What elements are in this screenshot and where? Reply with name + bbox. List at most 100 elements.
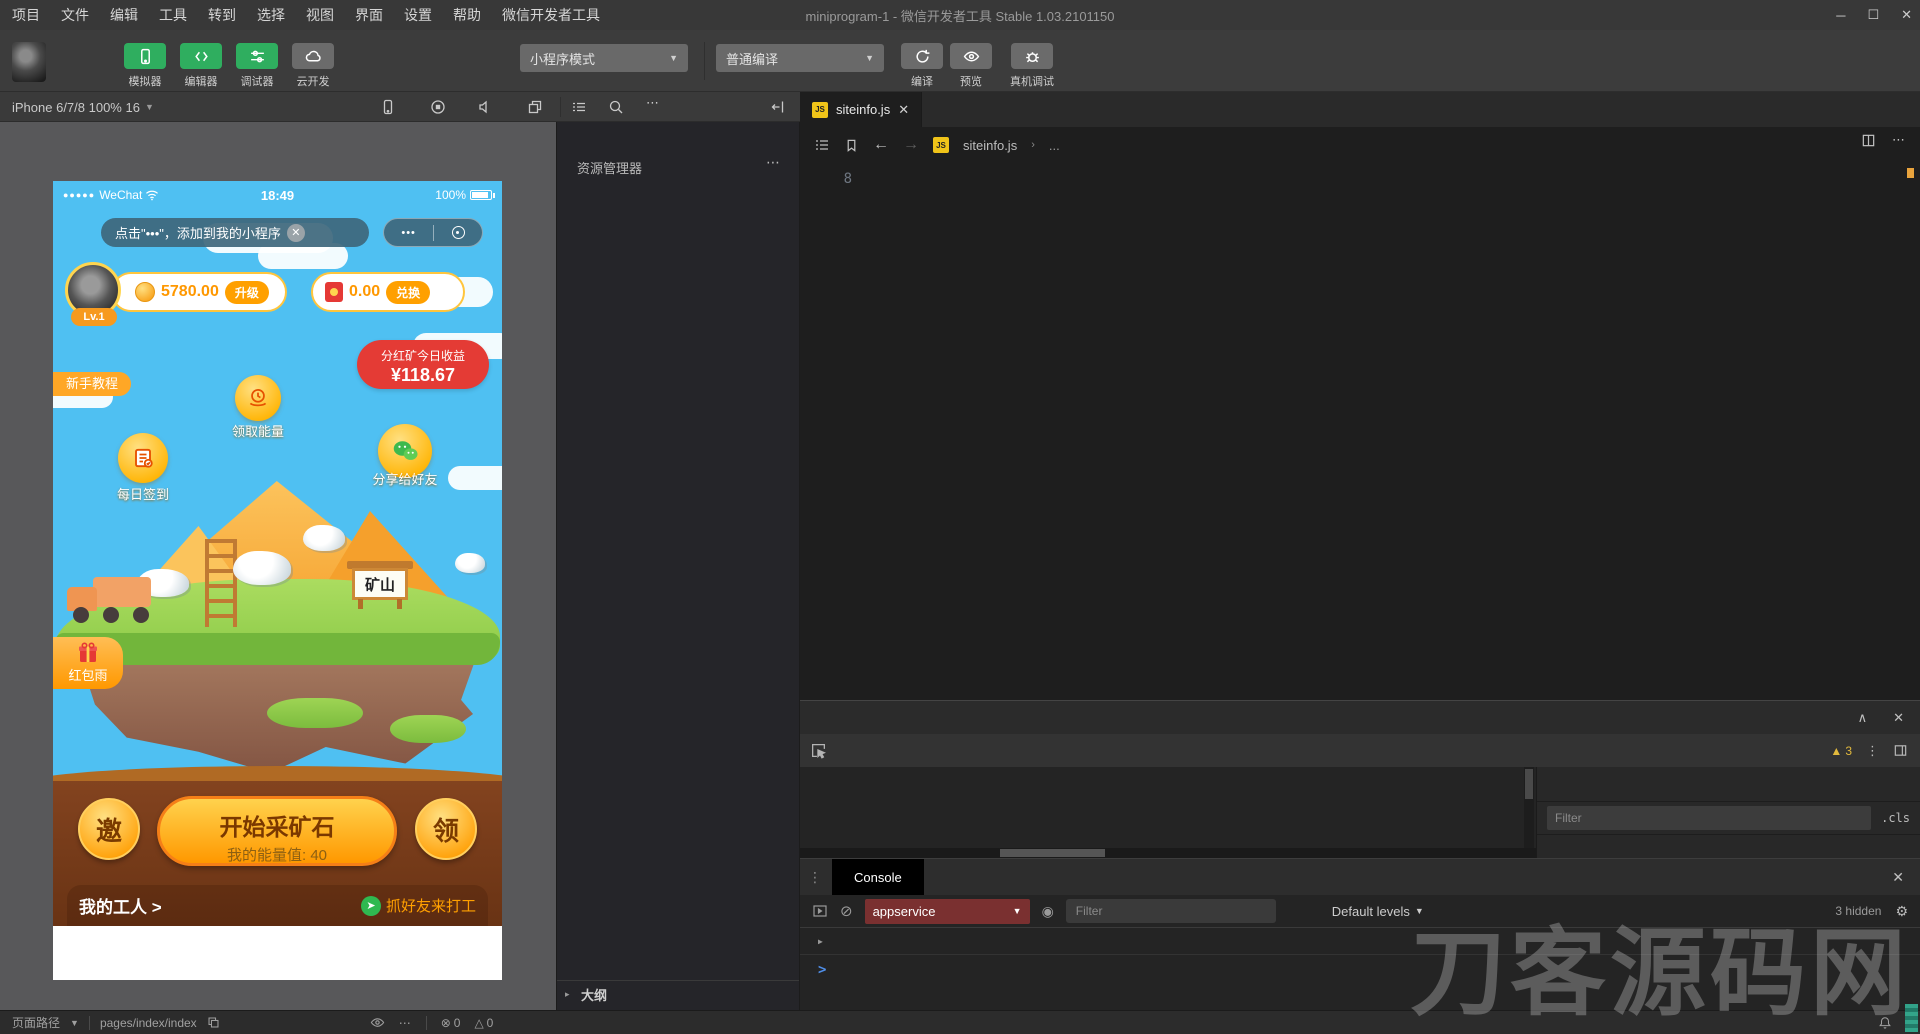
coins-pill[interactable]: 5780.00 升级 [111,272,287,312]
menu-item[interactable]: 转到 [208,5,236,25]
menu-item[interactable]: 设置 [404,5,432,25]
menu-item[interactable]: 项目 [12,5,40,25]
wechat-icon [390,436,420,466]
compile-select[interactable]: 普通编译▼ [716,44,884,72]
mode-button-编辑器[interactable]: 编辑器 [177,43,225,89]
bookmark-icon[interactable] [844,138,859,153]
collapse-panel-icon[interactable] [770,99,786,115]
dividend-revenue-badge[interactable]: 分红矿今日收益 ¥118.67 [357,340,489,389]
action-button-预览[interactable]: 预览 [944,43,998,89]
tab-console[interactable]: Console [832,859,924,895]
more-icon[interactable]: ⋯ [399,1016,412,1030]
menu-item[interactable]: 视图 [306,5,334,25]
menu-item[interactable]: 帮助 [453,5,481,25]
eye-watch-icon[interactable]: ◉ [1042,903,1054,920]
gear-icon[interactable]: ⚙ [1895,903,1908,920]
mode-button-云开发[interactable]: 云开发 [289,43,337,89]
exchange-button[interactable]: 兑换 [386,281,430,304]
action-button-编译[interactable]: 编译 [895,43,949,89]
signin-button[interactable] [118,433,168,483]
user-avatar[interactable] [12,42,46,82]
menu-item[interactable]: 编辑 [110,5,138,25]
console-close-icon[interactable]: ✕ [1892,869,1920,886]
screenshot-icon[interactable] [527,99,543,115]
invite-friends-cta[interactable]: ➤ 抓好友来打工 [361,895,476,916]
action-button-真机调试[interactable]: 真机调试 [1005,43,1059,89]
more-actions-icon[interactable]: ⋯ [1892,132,1906,148]
wxml-vertical-scrollbar[interactable] [1524,767,1534,858]
console-log-row[interactable]: ▶ [800,928,1920,955]
error-icon: ⊗ [441,1016,451,1030]
wxml-tree-pane[interactable] [800,767,1536,858]
page-path-label[interactable]: 页面路径 [12,1014,60,1031]
expand-arrow-icon[interactable]: ▶ [818,937,823,946]
code-area[interactable]: 8 [800,163,1920,700]
red-packet-rain-button[interactable]: 红包雨 [53,637,123,689]
copy-icon[interactable] [207,1016,220,1029]
more-icon[interactable]: ⋯ [646,95,660,111]
gift-icon [76,642,100,664]
search-icon[interactable] [608,99,624,115]
context-select[interactable]: appservice ▼ [865,899,1030,924]
tip-close-icon[interactable]: ✕ [287,224,305,242]
capsule-close-button[interactable] [452,226,465,239]
clear-console-icon[interactable]: ⊘ [840,902,853,920]
invite-button[interactable]: 邀 [78,798,140,860]
console-sidebar-icon[interactable] [812,903,828,919]
console-panel: ⋮ Console ✕ ⊘ appservice ▼ ◉ Default lev… [800,858,1920,1010]
kebab-menu-icon[interactable]: ⋮ [1866,743,1879,759]
outline-section[interactable]: ▸ 大纲 [557,980,799,1007]
list-view-icon[interactable] [571,99,587,115]
device-selector[interactable]: iPhone 6/7/8 100% 16▼ [12,92,154,122]
warning-badge[interactable]: ▲3 [1830,744,1852,758]
dock-panel-icon[interactable] [1893,743,1908,758]
tutorial-tag[interactable]: 新手教程 [53,372,131,396]
wxml-horizontal-scrollbar[interactable] [800,848,1536,858]
log-levels-select[interactable]: Default levels▼ [1332,904,1424,919]
close-icon[interactable]: ✕ [1893,710,1904,726]
cls-toggle[interactable]: .cls [1881,811,1910,825]
maximize-button[interactable]: ☐ [1867,7,1879,23]
tab-siteinfo-js[interactable]: JS siteinfo.js ✕ [800,92,922,127]
capsule-more-button[interactable]: ••• [401,227,416,239]
menu-item[interactable]: 工具 [159,5,187,25]
mode-button-模拟器[interactable]: 模拟器 [121,43,169,89]
energy-button[interactable] [235,375,281,421]
styles-filter-input[interactable] [1547,806,1871,830]
rock [303,525,345,551]
close-button[interactable]: ✕ [1901,7,1912,23]
warning-count[interactable]: △0 [474,1016,493,1030]
outline-list-icon[interactable] [814,137,830,153]
bell-icon[interactable] [1878,1016,1892,1030]
cloud [448,466,502,490]
my-workers-row[interactable]: 我的工人 > ➤ 抓好友来打工 [67,885,488,926]
breadcrumb[interactable]: siteinfo.js [963,138,1017,153]
mode-select[interactable]: 小程序模式▼ [520,44,688,72]
close-tab-icon[interactable]: ✕ [898,102,909,118]
error-count[interactable]: ⊗0 [441,1016,461,1030]
inspect-element-icon[interactable] [810,742,827,759]
cash-pill[interactable]: 0.00 兑换 [311,272,465,312]
drag-grip-icon[interactable]: ⋮ [800,869,832,886]
back-icon[interactable]: ← [873,136,889,154]
minimize-button[interactable]: ─ [1836,8,1845,23]
stop-record-icon[interactable] [430,99,446,115]
menu-item[interactable]: 界面 [355,5,383,25]
mute-icon[interactable] [477,99,493,115]
page-path-value: pages/index/index [100,1016,197,1030]
rotate-device-icon[interactable] [380,99,396,115]
console-prompt[interactable]: > [818,962,826,978]
console-filter-input[interactable] [1066,899,1276,923]
eye-icon[interactable] [370,1015,385,1030]
collapse-icon[interactable]: ∧ [1858,710,1868,726]
menu-item[interactable]: 微信开发者工具 [502,5,600,25]
collect-button[interactable]: 领 [415,798,477,860]
mode-button-调试器[interactable]: 调试器 [233,43,281,89]
menu-item[interactable]: 文件 [61,5,89,25]
chevron-down-icon: ▼ [70,1018,79,1028]
menu-item[interactable]: 选择 [257,5,285,25]
start-mining-button[interactable]: 开始采矿石 我的能量值: 40 [157,796,397,866]
explorer-more-icon[interactable]: ⋯ [766,154,781,171]
split-editor-icon[interactable] [1861,132,1876,148]
upgrade-button[interactable]: 升级 [225,281,269,304]
